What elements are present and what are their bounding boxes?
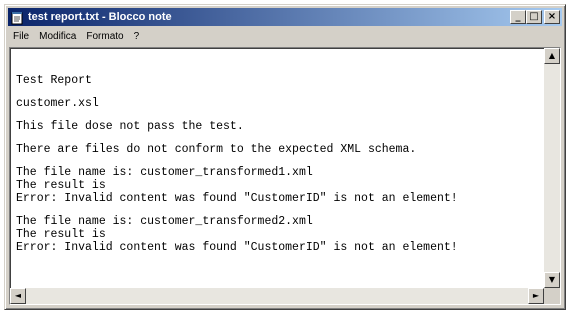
maximize-button[interactable]: □ xyxy=(526,10,542,24)
text-editor[interactable]: Test Report customer.xsl This file dose … xyxy=(9,47,561,305)
scroll-down-button[interactable]: ▼ xyxy=(544,272,560,288)
scroll-left-button[interactable]: ◄ xyxy=(10,288,26,304)
minimize-button[interactable]: _ xyxy=(510,10,526,24)
text-line: customer.xsl xyxy=(16,97,99,110)
text-line: The file name is: customer_transformed1.… xyxy=(16,166,313,179)
text-line: There are files do not conform to the ex… xyxy=(16,143,417,156)
text-line: Error: Invalid content was found "Custom… xyxy=(16,241,458,254)
menu-file[interactable]: File xyxy=(8,31,34,42)
vertical-scrollbar[interactable]: ▲ ▼ xyxy=(544,48,560,288)
text-line: This file dose not pass the test. xyxy=(16,120,244,133)
notepad-icon[interactable] xyxy=(10,10,24,25)
notepad-window: test report.txt - Blocco note _ □ × File… xyxy=(4,4,566,310)
close-button[interactable]: × xyxy=(544,10,560,24)
window-title: test report.txt - Blocco note xyxy=(28,11,172,23)
text-line: The result is xyxy=(16,228,106,241)
text-line: The result is xyxy=(16,179,106,192)
menu-modifica[interactable]: Modifica xyxy=(34,31,81,42)
text-line: Error: Invalid content was found "Custom… xyxy=(16,192,458,205)
size-grip[interactable] xyxy=(544,288,560,304)
menu-bar: File Modifica Formato ? xyxy=(8,27,562,45)
horizontal-scrollbar[interactable]: ◄ ► xyxy=(10,288,544,304)
text-line: The file name is: customer_transformed2.… xyxy=(16,215,313,228)
text-line: Test Report xyxy=(16,74,92,87)
document-text[interactable]: Test Report customer.xsl This file dose … xyxy=(16,74,540,254)
scroll-up-button[interactable]: ▲ xyxy=(544,48,560,64)
scroll-right-button[interactable]: ► xyxy=(528,288,544,304)
title-bar[interactable]: test report.txt - Blocco note _ □ × xyxy=(8,8,562,26)
menu-formato[interactable]: Formato xyxy=(81,31,128,42)
menu-help[interactable]: ? xyxy=(129,31,145,42)
